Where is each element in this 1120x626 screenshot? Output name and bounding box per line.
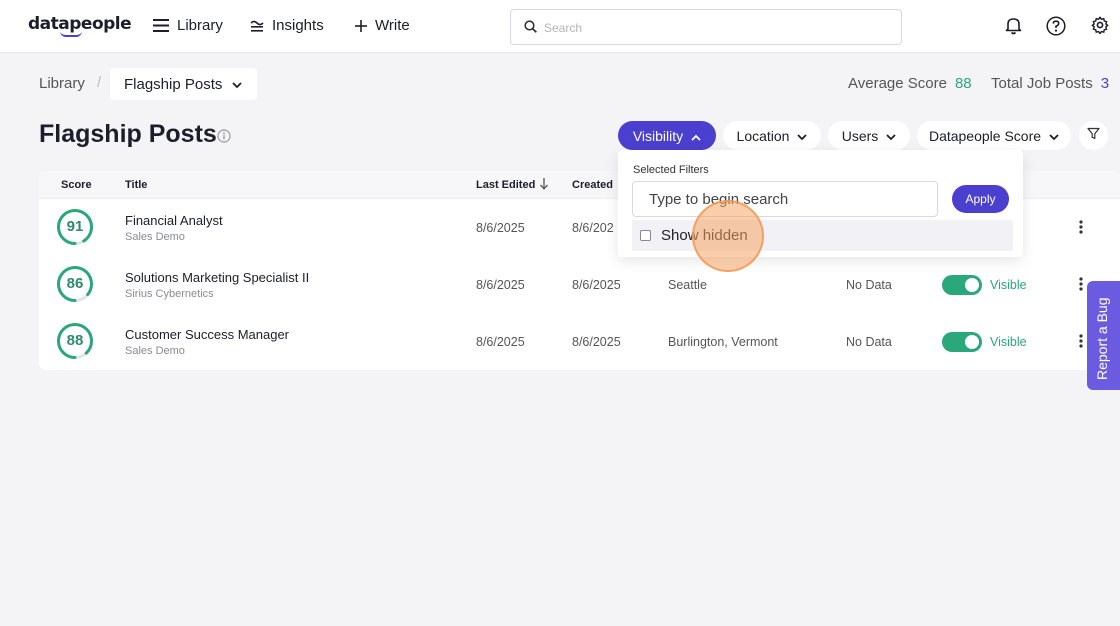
score-value: 88: [66, 332, 84, 349]
nav-write-label: Write: [375, 17, 410, 34]
job-company: Sales Demo: [125, 345, 185, 357]
selected-filters-heading: Selected Filters: [633, 164, 709, 176]
score-badge: 88: [56, 322, 94, 360]
header-last-edited[interactable]: Last Edited: [476, 179, 535, 191]
table-row[interactable]: 86 Solutions Marketing Specialist II Sir…: [39, 256, 1120, 313]
last-edited-cell: 8/6/2025: [476, 278, 525, 292]
filter-users[interactable]: Users: [828, 121, 910, 150]
collection-selector-label: Flagship Posts: [124, 75, 223, 93]
last-edited-cell: 8/6/2025: [476, 221, 525, 235]
nav-insights-label: Insights: [272, 17, 324, 34]
created-cell: 8/6/202: [572, 221, 614, 235]
global-search[interactable]: [510, 9, 902, 45]
filter-datapeople-score[interactable]: Datapeople Score: [917, 121, 1071, 150]
created-cell: 8/6/2025: [572, 335, 621, 349]
visibility-dropdown: Selected Filters Apply Show hidden: [618, 150, 1023, 257]
header-created[interactable]: Created: [572, 179, 613, 191]
job-company: Sirius Cybernetics: [125, 288, 214, 300]
data-cell: No Data: [846, 335, 892, 349]
top-nav: datapeople Library Insights Write: [0, 0, 1120, 53]
nav-write[interactable]: Write: [355, 17, 410, 34]
menu-icon: [153, 19, 169, 32]
header-title[interactable]: Title: [125, 179, 147, 191]
insights-icon: [250, 19, 264, 32]
job-title[interactable]: Financial Analyst: [125, 213, 223, 228]
data-cell: No Data: [846, 278, 892, 292]
score-badge: 86: [56, 265, 94, 303]
filter-score-label: Datapeople Score: [928, 127, 1042, 144]
show-hidden-label: Show hidden: [661, 227, 748, 244]
collection-selector[interactable]: Flagship Posts: [110, 68, 257, 100]
page-title: Flagship Posts: [39, 120, 217, 148]
breadcrumb-library[interactable]: Library: [39, 75, 85, 92]
report-bug-label: Report a Bug: [1094, 297, 1110, 381]
visibility-label: Visible: [990, 335, 1027, 349]
show-hidden-checkbox[interactable]: [640, 230, 651, 241]
chevron-down-icon: [232, 76, 243, 93]
filter-visibility[interactable]: Visibility: [618, 121, 716, 150]
average-score-value: 88: [954, 75, 972, 92]
chevron-down-icon: [1049, 128, 1059, 144]
filter-users-label: Users: [841, 127, 879, 144]
score-value: 91: [66, 218, 84, 235]
score-value: 86: [66, 275, 84, 292]
sort-down-icon[interactable]: [539, 177, 549, 193]
filter-location-label: Location: [736, 127, 790, 144]
info-icon[interactable]: [217, 129, 231, 148]
apply-button[interactable]: Apply: [952, 185, 1009, 213]
average-score-label: Average Score: [848, 75, 947, 92]
total-posts-label: Total Job Posts: [991, 75, 1093, 92]
logo-smile: [60, 31, 82, 37]
visibility-toggle[interactable]: [942, 332, 982, 352]
job-title[interactable]: Solutions Marketing Specialist II: [125, 270, 309, 285]
job-title[interactable]: Customer Success Manager: [125, 327, 289, 342]
visibility-toggle[interactable]: [942, 275, 982, 295]
chevron-down-icon: [797, 128, 808, 144]
header-score[interactable]: Score: [61, 179, 92, 191]
total-posts-stat: Total Job Posts 3: [991, 75, 1109, 92]
chevron-up-icon: [691, 128, 701, 144]
search-input[interactable]: [544, 18, 884, 38]
kebab-icon[interactable]: [1079, 277, 1083, 296]
filter-search-input[interactable]: [632, 181, 938, 217]
kebab-icon[interactable]: [1079, 334, 1083, 353]
nav-library[interactable]: Library: [153, 17, 223, 34]
nav-library-label: Library: [177, 17, 223, 34]
total-posts-value: 3: [1100, 75, 1110, 92]
created-cell: 8/6/2025: [572, 278, 621, 292]
kebab-icon[interactable]: [1079, 220, 1083, 239]
visibility-label: Visible: [990, 278, 1027, 292]
filter-location[interactable]: Location: [723, 121, 821, 150]
show-hidden-option[interactable]: Show hidden: [632, 220, 1013, 251]
filter-icon: [1087, 127, 1100, 145]
average-score-stat: Average Score 88: [848, 75, 972, 92]
nav-insights[interactable]: Insights: [250, 17, 324, 34]
job-company: Sales Demo: [125, 231, 185, 243]
plus-icon: [355, 19, 367, 32]
score-badge: 91: [56, 208, 94, 246]
bell-icon[interactable]: [1005, 16, 1022, 40]
gear-icon[interactable]: [1091, 16, 1109, 39]
chevron-down-icon: [886, 128, 896, 144]
filter-button[interactable]: [1079, 121, 1108, 150]
location-cell: Seattle: [668, 278, 707, 292]
report-bug-tab[interactable]: Report a Bug: [1087, 281, 1120, 390]
location-cell: Burlington, Vermont: [668, 335, 778, 349]
help-icon[interactable]: [1046, 16, 1066, 41]
last-edited-cell: 8/6/2025: [476, 335, 525, 349]
breadcrumb-separator: /: [97, 74, 102, 91]
filter-visibility-label: Visibility: [632, 127, 684, 144]
table-row[interactable]: 88 Customer Success Manager Sales Demo 8…: [39, 313, 1120, 370]
